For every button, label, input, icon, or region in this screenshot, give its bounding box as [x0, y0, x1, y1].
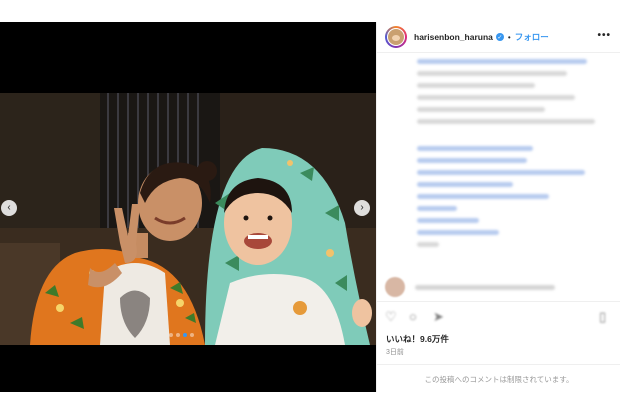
caption-hashtag-line — [417, 206, 457, 211]
caption-hashtag-line — [417, 218, 479, 223]
bookmark-icon[interactable]: ▯ — [599, 310, 613, 324]
avatar-ring — [387, 28, 405, 46]
avatar-image — [388, 29, 404, 45]
commenter-avatar[interactable] — [385, 277, 405, 297]
caption-hashtag-line — [417, 170, 585, 175]
share-icon[interactable]: ➤ — [433, 310, 447, 324]
post-caption-blurred — [417, 59, 609, 254]
likes-count[interactable]: いいね！9.6万件 — [386, 333, 449, 345]
caption-line — [417, 71, 567, 76]
comment-text-blurred — [415, 284, 555, 290]
caption-time-line — [417, 242, 439, 247]
username-link[interactable]: harisenbon_haruna — [414, 32, 493, 42]
post-actions: ♡ ○ ➤ ▯ — [385, 306, 613, 328]
header-divider — [377, 52, 620, 53]
comments-divider — [377, 364, 620, 365]
comment-icon[interactable]: ○ — [409, 310, 423, 324]
caption-line — [417, 95, 575, 100]
caption-line — [417, 59, 587, 64]
next-slide-button[interactable]: › — [354, 200, 370, 216]
slide-dot — [169, 333, 173, 337]
caption-line — [417, 107, 545, 112]
checkmark-icon: ✓ — [497, 34, 503, 41]
follow-button[interactable]: フォロー — [515, 31, 549, 43]
instagram-post-embed: ‹ › harisenbon_haruna ✓ • フォロー ••• ♡ ○ ➤… — [0, 22, 620, 392]
post-timestamp[interactable]: 3日前 — [386, 347, 404, 357]
chevron-left-icon: ‹ — [7, 202, 11, 213]
slide-dot — [190, 333, 194, 337]
post-header: harisenbon_haruna ✓ • フォロー ••• — [377, 22, 620, 52]
post-sidebar: harisenbon_haruna ✓ • フォロー ••• ♡ ○ ➤ ▯ い… — [376, 22, 620, 392]
more-options-icon[interactable]: ••• — [597, 30, 611, 41]
caption-hashtag-line — [417, 194, 549, 199]
comment-item — [385, 276, 613, 298]
caption-line — [417, 119, 595, 124]
verified-badge-icon: ✓ — [495, 33, 504, 41]
caption-line — [417, 83, 535, 88]
profile-avatar[interactable] — [385, 26, 407, 48]
post-photo — [0, 93, 376, 345]
post-media: ‹ › — [0, 22, 376, 392]
slide-dot — [176, 333, 180, 337]
caption-hashtag-line — [417, 182, 513, 187]
header-separator: • — [507, 32, 511, 42]
caption-hashtag-line — [417, 146, 533, 151]
heart-icon[interactable]: ♡ — [385, 310, 399, 324]
caption-hashtag-line — [417, 230, 499, 235]
slide-dot-active — [183, 333, 187, 337]
chevron-right-icon: › — [360, 202, 364, 213]
previous-slide-button[interactable]: ‹ — [1, 200, 17, 216]
comments-restricted-notice: この投稿へのコメントは制限されています。 — [424, 375, 574, 384]
actions-divider — [377, 301, 620, 302]
caption-hashtag-line — [417, 158, 527, 163]
slide-indicator — [169, 333, 194, 337]
